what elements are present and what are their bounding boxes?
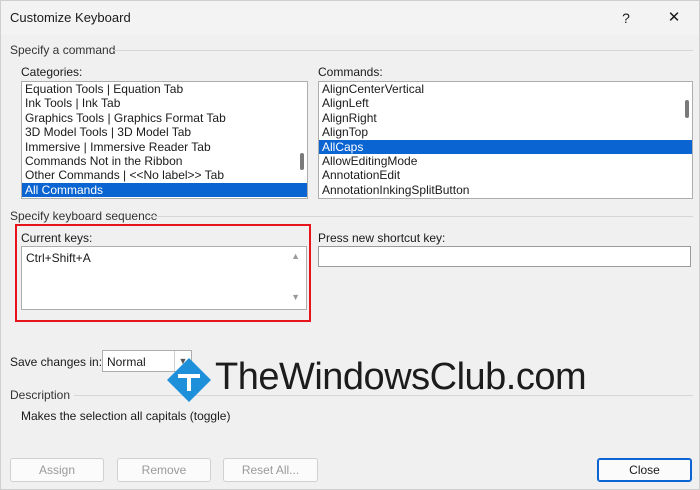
category-list-item[interactable]: Commands Not in the Ribbon [22,154,307,168]
category-list-item[interactable]: Ink Tools | Ink Tab [22,96,307,110]
customize-keyboard-dialog: Customize Keyboard ? ✕ Specify a command… [0,0,700,490]
help-button[interactable]: ? [611,6,641,30]
new-shortcut-input[interactable] [318,246,691,267]
commands-scrollbar-thumb[interactable] [685,100,689,118]
keyboard-group-label: Specify keyboard sequence [10,209,158,223]
current-keys-highlight-box [15,224,311,322]
command-list-item[interactable]: AllowEditingMode [319,154,692,168]
windows-club-logo-icon [167,358,211,402]
commands-list[interactable]: AlignCenterVertical AlignLeft AlignRight Al… [318,81,693,199]
dialog-title: Customize Keyboard [10,10,131,25]
save-changes-label: Save changes in: [10,355,103,369]
categories-label: Categories: [21,65,83,79]
command-group-divider [113,50,693,51]
category-list-item[interactable]: 3D Model Tools | 3D Model Tab [22,125,307,139]
category-list-item[interactable]: Immersive | Immersive Reader Tab [22,140,307,154]
categories-scrollbar-thumb[interactable] [300,153,304,170]
watermark-text: TheWindowsClub.com [215,356,587,398]
command-list-item[interactable]: AlignLeft [319,96,692,110]
close-button[interactable]: Close [597,458,692,482]
category-list-item[interactable]: Graphics Tools | Graphics Format Tab [22,111,307,125]
command-list-item[interactable]: AnnotationInkingSplitButton [319,183,692,197]
category-list-item[interactable]: Other Commands | <<No label>> Tab [22,168,307,182]
description-label: Description [10,388,71,402]
command-list-item[interactable]: AlignCenterVertical [319,82,692,96]
command-list-item[interactable]: AlignTop [319,125,692,139]
categories-list[interactable]: Equation Tools | Equation Tab Ink Tools |… [21,81,308,199]
commands-label: Commands: [318,65,383,79]
command-list-item[interactable]: AnnotationEdit [319,168,692,182]
command-list-item[interactable]: AlignRight [319,111,692,125]
category-list-item[interactable]: All Commands [22,182,307,198]
command-list-item[interactable]: AllCaps [319,139,692,154]
remove-button[interactable]: Remove [117,458,211,482]
category-list-item[interactable]: Equation Tools | Equation Tab [22,82,307,96]
save-changes-value: Normal [107,355,146,369]
new-shortcut-label: Press new shortcut key: [318,231,446,245]
title-bar: Customize Keyboard ? ✕ [1,1,699,35]
description-text: Makes the selection all capitals (toggle… [21,409,231,423]
command-group-label: Specify a command [10,43,116,57]
reset-all-button[interactable]: Reset All... [223,458,318,482]
close-window-icon[interactable]: ✕ [656,6,692,30]
assign-button[interactable]: Assign [10,458,104,482]
keyboard-group-divider [151,216,693,217]
